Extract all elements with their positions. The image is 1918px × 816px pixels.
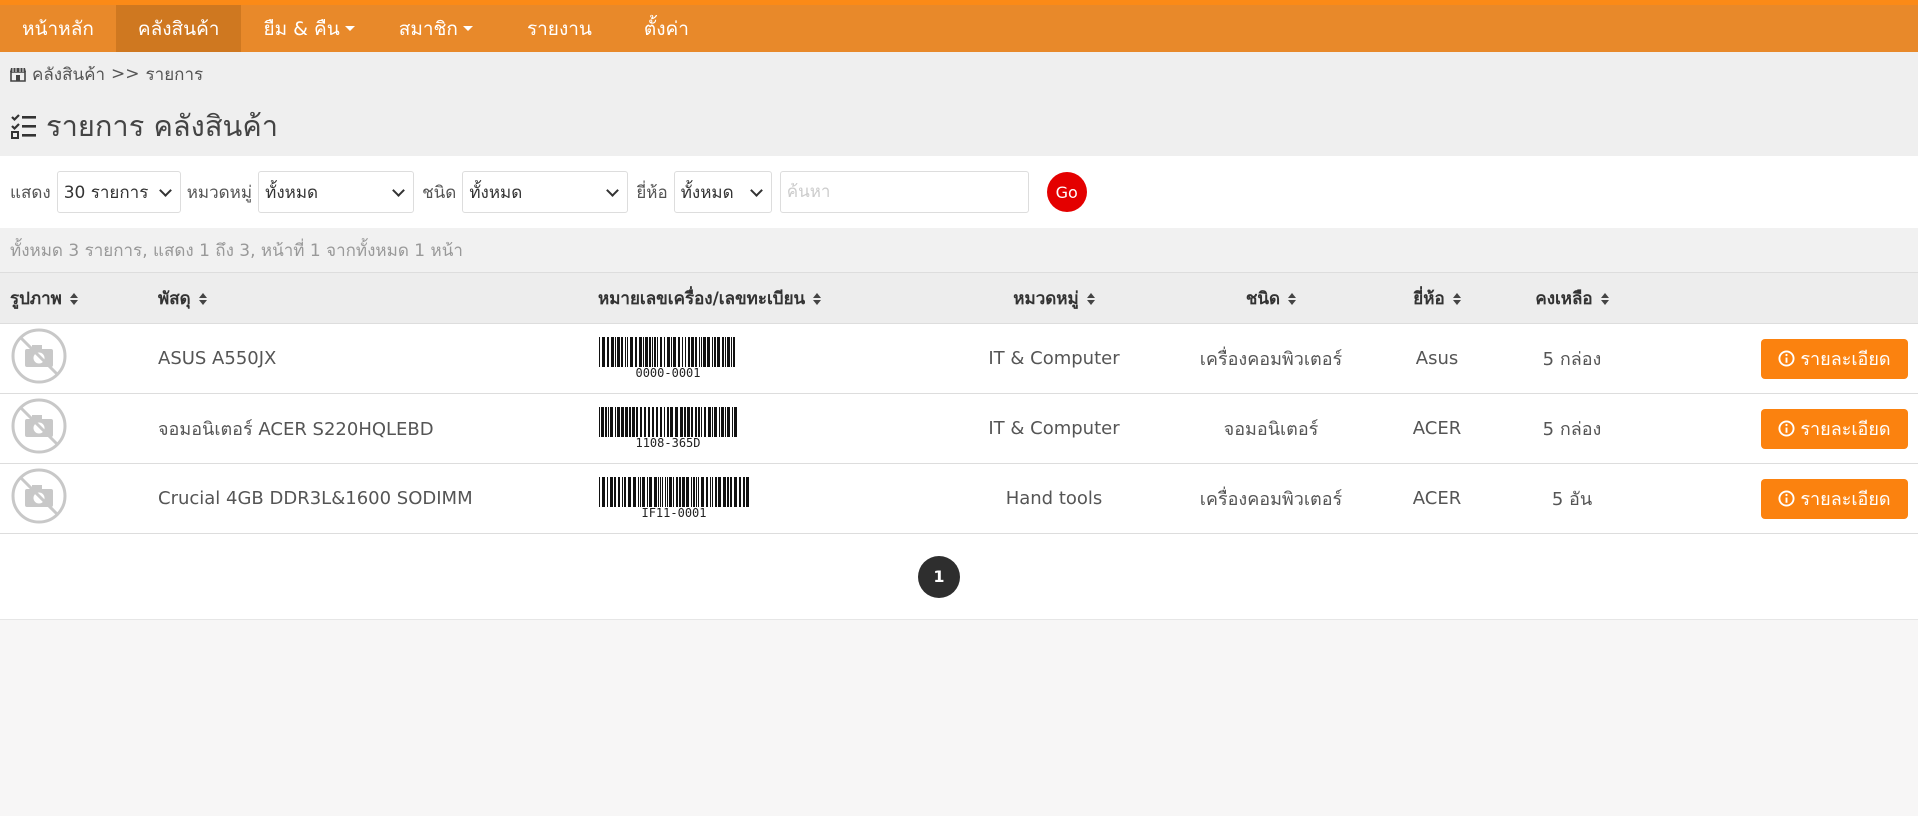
item-category: IT & Computer (988, 418, 1120, 439)
column-header-remaining[interactable]: คงเหลือ (1492, 272, 1652, 324)
nav-inventory[interactable]: คลังสินค้า (115, 5, 242, 52)
breadcrumb-current: รายการ (145, 64, 204, 85)
type-select[interactable]: ทั้งหมด (462, 171, 629, 213)
table-header-row: รูปภาพ พัสดุ หมายเลขเครื่อง/เลขทะเบียน ห… (0, 272, 1918, 324)
breadcrumb-separator: >> (111, 64, 140, 84)
table-row: ASUS A550JX 0000-0001 IT & Computer เครื… (0, 324, 1918, 394)
nav-settings[interactable]: ตั้งค่า (624, 5, 711, 52)
column-header-image[interactable]: รูปภาพ (0, 272, 158, 324)
column-header-serial[interactable]: หมายเลขเครื่อง/เลขทะเบียน (598, 272, 948, 324)
chevron-down-icon (392, 183, 405, 197)
detail-button[interactable]: รายละเอียด (1761, 408, 1908, 449)
caret-down-icon (344, 26, 355, 31)
info-circle-icon (1778, 350, 1795, 367)
item-name[interactable]: Crucial 4GB DDR3L&1600 SODIMM (158, 464, 598, 534)
serial-number: 1108-365D (635, 436, 701, 450)
go-button[interactable]: Go (1046, 172, 1087, 212)
item-name[interactable]: ASUS A550JX (158, 324, 598, 394)
checklist-icon (11, 114, 36, 139)
caret-down-icon (462, 26, 473, 31)
detail-button[interactable]: รายละเอียด (1761, 338, 1908, 379)
category-label: หมวดหมู่ (186, 182, 253, 203)
filter-bar: แสดง 30 รายการ หมวดหมู่ ทั้งหมด ชนิด ทั้… (0, 156, 1918, 228)
nav-borrow-return[interactable]: ยืม & คืน (241, 5, 376, 52)
item-type: เครื่องคอมพิวเตอร์ (1199, 489, 1343, 510)
brand-label: ยี่ห้อ (636, 182, 668, 203)
sort-icon (813, 292, 822, 305)
serial-number: IF11-0001 (641, 506, 707, 520)
info-circle-icon (1778, 420, 1795, 437)
table-row: จอมอนิเตอร์ ACER S220HQLEBD 1108-365D IT… (0, 394, 1918, 464)
barcode: IF11-0001 (598, 477, 750, 520)
chevron-down-icon (606, 183, 620, 197)
show-count-select[interactable]: 30 รายการ (56, 171, 181, 213)
column-header-actions (1652, 272, 1918, 324)
item-brand: Asus (1415, 348, 1459, 369)
item-brand: ACER (1412, 488, 1462, 509)
type-label: ชนิด (422, 182, 457, 203)
inventory-table: รูปภาพ พัสดุ หมายเลขเครื่อง/เลขทะเบียน ห… (0, 272, 1918, 534)
top-nav: หน้าหลัก คลังสินค้า ยืม & คืน สมาชิก ราย… (0, 0, 1918, 52)
sort-icon (1288, 292, 1297, 305)
chevron-down-icon (749, 183, 763, 197)
no-image-icon (11, 328, 67, 384)
no-image-icon (11, 468, 67, 524)
detail-button[interactable]: รายละเอียด (1761, 478, 1908, 519)
breadcrumb-link-inventory[interactable]: คลังสินค้า (32, 61, 105, 88)
table-row: Crucial 4GB DDR3L&1600 SODIMM IF11-0001 … (0, 464, 1918, 534)
sort-icon (1086, 292, 1095, 305)
page-button-1[interactable]: 1 (918, 555, 960, 598)
item-remaining: 5 กล่อง (1542, 349, 1602, 370)
sort-icon (1452, 292, 1461, 305)
nav-report[interactable]: รายงาน (495, 5, 624, 52)
column-header-brand[interactable]: ยี่ห้อ (1382, 272, 1492, 324)
item-type: เครื่องคอมพิวเตอร์ (1199, 349, 1343, 370)
chevron-down-icon (158, 183, 172, 197)
item-type: จอมอนิเตอร์ (1223, 419, 1319, 440)
barcode: 0000-0001 (598, 337, 738, 380)
store-icon (10, 67, 26, 82)
nav-members[interactable]: สมาชิก (377, 5, 495, 52)
barcode: 1108-365D (598, 407, 738, 450)
breadcrumb: คลังสินค้า >> รายการ (0, 52, 1918, 96)
category-select[interactable]: ทั้งหมด (258, 171, 415, 213)
sort-icon (69, 292, 78, 305)
item-category: IT & Computer (988, 348, 1120, 369)
pagination: 1 (0, 534, 1918, 620)
page-title: รายการ คลังสินค้า (46, 109, 279, 143)
item-brand: ACER (1412, 418, 1462, 439)
column-header-type[interactable]: ชนิด (1160, 272, 1382, 324)
search-input[interactable] (779, 171, 1029, 213)
item-remaining: 5 อัน (1551, 489, 1593, 510)
column-header-category[interactable]: หมวดหมู่ (948, 272, 1160, 324)
no-image-icon (11, 398, 67, 454)
item-remaining: 5 กล่อง (1542, 419, 1602, 440)
serial-number: 0000-0001 (635, 366, 701, 380)
sort-icon (198, 292, 207, 305)
result-summary: ทั้งหมด 3 รายการ, แสดง 1 ถึง 3, หน้าที่ … (0, 228, 1918, 272)
item-category: Hand tools (1005, 488, 1103, 509)
item-name[interactable]: จอมอนิเตอร์ ACER S220HQLEBD (158, 394, 598, 464)
info-circle-icon (1778, 490, 1795, 507)
brand-select[interactable]: ทั้งหมด (673, 171, 772, 213)
sort-icon (1600, 292, 1609, 305)
page-header: รายการ คลังสินค้า (0, 96, 1918, 156)
show-label: แสดง (10, 182, 51, 203)
column-header-item[interactable]: พัสดุ (158, 272, 598, 324)
nav-home[interactable]: หน้าหลัก (0, 5, 116, 52)
